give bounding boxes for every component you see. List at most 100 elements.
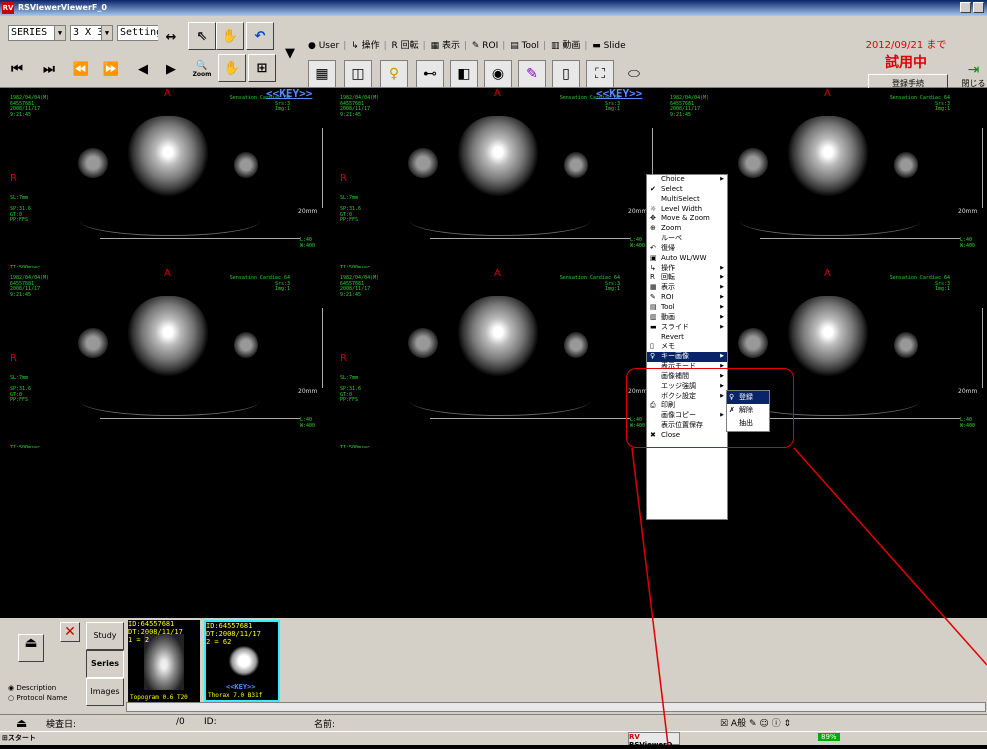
- table-arc: [80, 386, 260, 416]
- collapse-button[interactable]: ⏏: [18, 634, 44, 662]
- ct-slice-image: [458, 116, 538, 196]
- battery-indicator: 89%: [818, 733, 840, 741]
- image-cell[interactable]: 1982/04/04(M) 64557681 2008/11/17 9:21:4…: [0, 268, 330, 448]
- swap-arrows-icon[interactable]: ↔: [158, 24, 184, 50]
- tool-tabs: ● User | ↳ 操作 | R 回転 | ▦ 表示 | ✎ ROI | ▤ Tool |…: [308, 41, 627, 51]
- zoom-button[interactable]: 🔍 Zoom: [188, 54, 216, 84]
- shoulder-right: [564, 332, 588, 358]
- menu-item-label: Revert: [661, 332, 684, 341]
- tab-rotate[interactable]: R 回転: [392, 41, 421, 51]
- image-cell[interactable]: 1982/04/04(M) 64557681 2008/11/17 9:21:4…: [0, 88, 330, 268]
- context-menu-item[interactable]: ☼ Level Width: [647, 205, 727, 215]
- pan-hand-button[interactable]: ✋: [218, 54, 246, 82]
- id-label: ID:: [204, 717, 217, 727]
- menu-item-icon: R: [650, 273, 655, 282]
- ellipse-icon[interactable]: ⬭: [620, 60, 648, 88]
- context-menu-item[interactable]: MultiSelect: [647, 195, 727, 205]
- undo-button[interactable]: ↶: [246, 22, 274, 50]
- menu-item-icon: ✔: [650, 184, 656, 193]
- context-menu-item[interactable]: Revert: [647, 333, 727, 343]
- ctr-icon[interactable]: ◧: [450, 60, 478, 88]
- context-menu-item[interactable]: ↶ 復帰: [647, 244, 727, 254]
- series-thumbnail-2[interactable]: ID:64557681 DT:2008/11/17 2 = 62 <<KEY>>…: [204, 620, 280, 702]
- pen-icon[interactable]: ✎: [518, 60, 546, 88]
- thumb-scrollbar[interactable]: [126, 702, 986, 712]
- close-thumb-button[interactable]: ✕: [60, 622, 80, 642]
- image-cell[interactable]: 1982/04/04(M) 64557681 2008/11/17 9:21:4…: [330, 88, 660, 268]
- exit-button[interactable]: ⇥ 閉じる: [960, 62, 987, 88]
- study-button[interactable]: Study: [86, 622, 124, 650]
- rewind-button[interactable]: ⏪: [68, 56, 94, 82]
- tab-tool[interactable]: ▤ Tool: [510, 41, 541, 51]
- zoom-icon: 🔍: [196, 60, 208, 71]
- orientation-anterior: A: [824, 88, 831, 99]
- context-menu-item[interactable]: ▥ 動画 ▶: [647, 313, 727, 323]
- eye-icon[interactable]: ◉: [484, 60, 512, 88]
- minimize-button[interactable]: [960, 2, 971, 13]
- context-menu-item[interactable]: ♀ キー画像 ▶: [647, 352, 727, 363]
- scale-label: 20mm: [628, 208, 648, 215]
- orientation-right: R: [340, 173, 347, 184]
- cursor-button[interactable]: ✋: [216, 22, 244, 50]
- select-pointer-button[interactable]: ⇖: [188, 22, 216, 50]
- menu-dropdown-icon[interactable]: ▼: [280, 40, 300, 66]
- exam-date-label: 検査日:: [46, 720, 77, 730]
- context-menu-item[interactable]: ▯ メモ: [647, 342, 727, 352]
- images-button[interactable]: Images: [86, 678, 124, 706]
- series-thumbnail-1[interactable]: ID:64557681 DT:2008/11/17 1 = 2 Topogram…: [128, 620, 200, 702]
- fast-forward-button[interactable]: ⏩: [98, 56, 124, 82]
- tab-display[interactable]: ▦ 表示: [431, 41, 462, 51]
- tab-user[interactable]: ● User: [308, 41, 341, 51]
- grid-icon[interactable]: ▦: [308, 60, 336, 88]
- series-combo[interactable]: SERIES ▼: [8, 25, 66, 41]
- layout-combo[interactable]: 3 X 3 ▼: [70, 25, 113, 41]
- image-viewer[interactable]: 1982/04/04(M) 64557681 2008/11/17 9:21:4…: [0, 87, 987, 618]
- context-menu-item[interactable]: ✔ Select: [647, 185, 727, 195]
- tab-slide[interactable]: ▬ Slide: [592, 41, 627, 51]
- prev-image-button[interactable]: ◀: [130, 56, 156, 82]
- last-series-button[interactable]: ⏭: [36, 56, 62, 82]
- context-menu-item[interactable]: R 回転 ▶: [647, 273, 727, 283]
- image-cell[interactable]: 1982/04/04(M) 64557681 2008/11/17 9:21:4…: [330, 268, 660, 448]
- context-menu-item[interactable]: ▬ スライド ▶: [647, 323, 727, 333]
- key-icon[interactable]: ♀: [380, 60, 408, 88]
- eject-icon[interactable]: ⏏: [16, 716, 27, 730]
- tab-operation[interactable]: ↳ 操作: [351, 41, 381, 51]
- window-level-info: L:40 W:400: [300, 237, 316, 249]
- next-image-button[interactable]: ▶: [158, 56, 184, 82]
- tab-roi[interactable]: ✎ ROI: [472, 41, 500, 51]
- context-menu-item[interactable]: ✥ Move & Zoom: [647, 214, 727, 224]
- context-menu-item[interactable]: ⊕ Zoom: [647, 224, 727, 234]
- context-menu-item[interactable]: ▤ Tool ▶: [647, 303, 727, 313]
- context-menu-item[interactable]: Choice ▶: [647, 175, 727, 185]
- context-menu-item[interactable]: ▣ Auto WL/WW: [647, 254, 727, 264]
- split-icon[interactable]: ◫: [344, 60, 372, 88]
- taskbar-app-button[interactable]: RV RSViewerD: [628, 732, 680, 749]
- window-level-info: L:40 W:400: [960, 237, 976, 249]
- description-radio[interactable]: ◉ Description: [8, 684, 56, 692]
- rect-icon[interactable]: ▯: [552, 60, 580, 88]
- vertical-scale: [322, 128, 323, 208]
- start-button[interactable]: ⊞スタート: [2, 733, 36, 743]
- close-window-button[interactable]: [973, 2, 984, 13]
- fit-icon[interactable]: ⛶: [586, 60, 614, 88]
- table-arc: [410, 206, 590, 236]
- key-image-label: <<KEY>>: [596, 87, 643, 100]
- menu-item-icon: ✥: [650, 214, 656, 223]
- point-icon[interactable]: ⊷: [416, 60, 444, 88]
- context-menu-item[interactable]: ▦ 表示 ▶: [647, 283, 727, 293]
- protocol-radio[interactable]: ○ Protocol Name: [8, 694, 67, 702]
- magnify-button[interactable]: ⊞: [248, 54, 276, 82]
- orientation-anterior: A: [164, 88, 171, 99]
- context-menu-item[interactable]: ✎ ROI ▶: [647, 293, 727, 303]
- context-menu-item[interactable]: ↳ 操作 ▶: [647, 264, 727, 274]
- menu-item-label: Auto WL/WW: [661, 253, 707, 262]
- shoulder-left: [78, 328, 108, 358]
- first-series-button[interactable]: ⏮: [4, 56, 30, 82]
- context-menu-item[interactable]: ルーペ: [647, 234, 727, 244]
- series-button[interactable]: Series: [86, 650, 124, 678]
- ct-slice-image: [458, 296, 538, 376]
- tab-movie[interactable]: ▥ 動画: [551, 41, 582, 51]
- submenu-arrow-icon: ▶: [720, 313, 724, 320]
- menu-item-label: Move & Zoom: [661, 214, 710, 223]
